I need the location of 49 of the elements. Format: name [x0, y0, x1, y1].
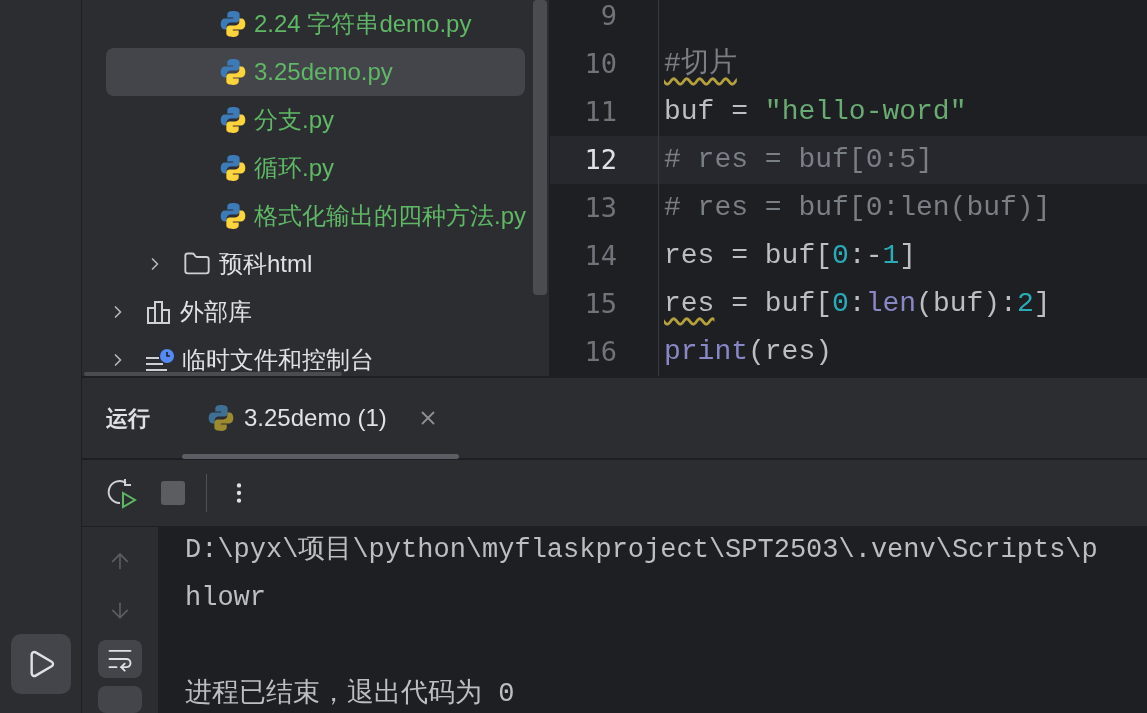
run-button[interactable]: [10, 634, 71, 694]
run-tab[interactable]: 3.25demo (1): [182, 378, 459, 458]
tree-item-label: 循环.py: [254, 156, 334, 180]
code-line: res = buf[0:len(buf):2]: [664, 287, 1051, 321]
tree-item[interactable]: 分支.py: [106, 96, 525, 144]
tree-item[interactable]: 临时文件和控制台: [106, 336, 525, 376]
line-number: 10: [583, 46, 617, 81]
tree-item[interactable]: 2.24 字符串demo.py: [106, 0, 525, 48]
code-line: res = buf[0:-1]: [664, 239, 917, 273]
line-number: 12: [583, 142, 617, 177]
python-icon: [208, 405, 234, 431]
tree-item-label: 临时文件和控制台: [182, 348, 374, 372]
rerun-icon[interactable]: [106, 477, 138, 509]
tree-item-label: 预科html: [219, 252, 313, 276]
console-line: hlowr: [185, 581, 266, 615]
code-line: print(res): [664, 335, 833, 369]
vertical-scrollbar[interactable]: [533, 0, 547, 295]
line-number: 16: [583, 334, 617, 369]
python-icon: [220, 59, 246, 85]
console-line: 进程已结束，退出代码为 0: [185, 677, 515, 711]
tree-item-label: 格式化输出的四种方法.py: [254, 204, 526, 228]
line-number: 11: [583, 94, 617, 129]
line-number: 9: [599, 0, 617, 33]
panel-title: 运行: [106, 404, 150, 433]
python-icon: [220, 107, 246, 133]
tree-item[interactable]: 格式化输出的四种方法.py: [106, 192, 525, 240]
soft-wrap-button[interactable]: [98, 639, 142, 679]
line-number: 13: [583, 190, 617, 225]
code-line: # res = buf[0:len(buf)]: [664, 191, 1051, 225]
python-icon: [220, 155, 246, 181]
tree-item[interactable]: 预科html: [106, 240, 525, 288]
tree-item-label: 2.24 字符串demo.py: [254, 12, 472, 36]
horizontal-scrollbar[interactable]: [84, 372, 342, 376]
tree-item-label: 分支.py: [254, 108, 334, 132]
line-number: 14: [583, 238, 617, 273]
tree-item[interactable]: 外部库: [106, 288, 525, 336]
code-line: # res = buf[0:5]: [664, 143, 933, 177]
scratches-icon: [146, 349, 174, 371]
python-icon: [220, 11, 246, 37]
code-line: #切片: [664, 47, 737, 81]
console-line: D:\pyx\项目\python\myflaskproject\SPT2503\.venv\Scripts\p: [185, 533, 1098, 567]
tree-item[interactable]: 3.25demo.py: [106, 48, 525, 96]
tree-item-label: 外部库: [180, 300, 252, 324]
python-icon: [220, 203, 246, 229]
tree-item-label: 3.25demo.py: [254, 60, 393, 84]
line-number: 15: [583, 286, 617, 321]
library-icon: [146, 299, 172, 325]
tree-item[interactable]: 循环.py: [106, 144, 525, 192]
code-line: buf = "hello-word": [664, 95, 967, 129]
